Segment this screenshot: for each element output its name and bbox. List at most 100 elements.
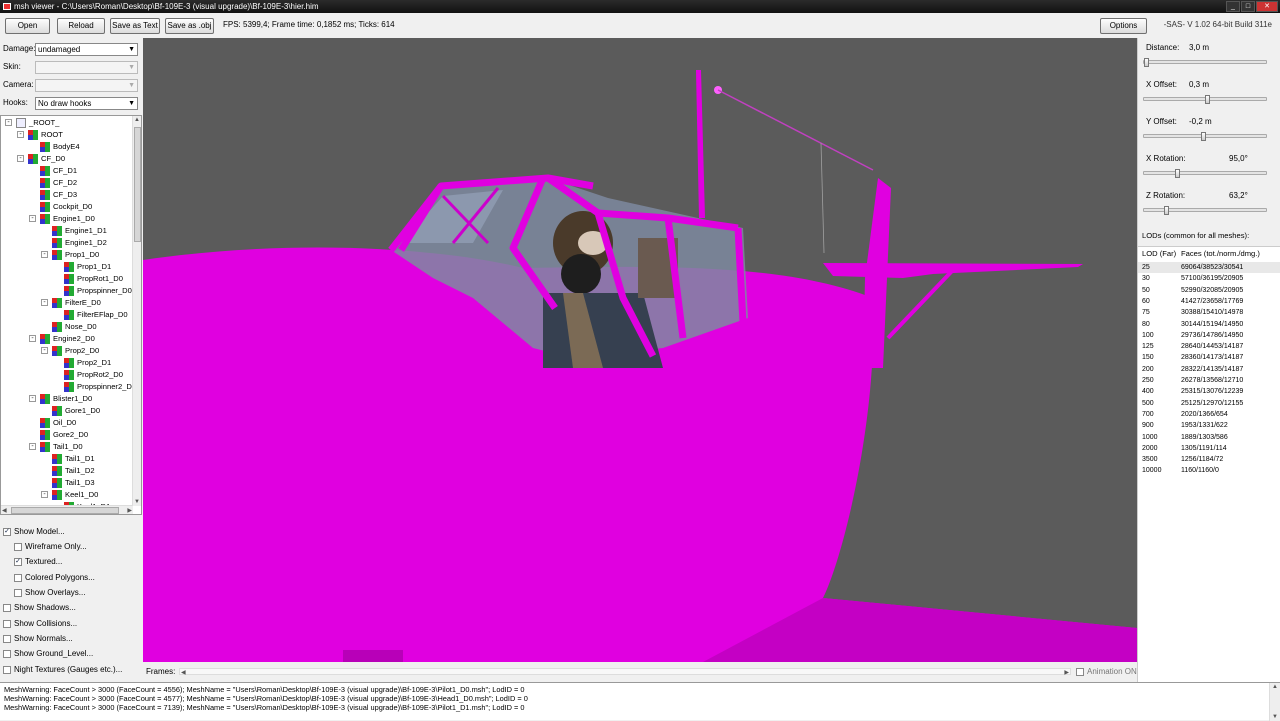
maximize-icon[interactable]: □: [1241, 1, 1255, 12]
lod-row[interactable]: 150 28360/14173/14187: [1138, 352, 1280, 363]
scroll-right-icon[interactable]: ▶: [127, 507, 132, 514]
lod-row[interactable]: 30 57100/36195/20905: [1138, 273, 1280, 284]
scroll-down-icon[interactable]: ▼: [134, 499, 140, 505]
slider-value: -0,2 m: [1189, 117, 1212, 126]
log-console[interactable]: MeshWarning: FaceCount > 3000 (FaceCount…: [0, 682, 1280, 721]
lod-row[interactable]: 200 28322/14135/14187: [1138, 364, 1280, 375]
options-button[interactable]: Options: [1100, 18, 1147, 34]
slider-value: 63,2°: [1229, 191, 1248, 200]
close-icon[interactable]: ✕: [1256, 1, 1278, 12]
lod-row[interactable]: 50 52990/32085/20905: [1138, 285, 1280, 296]
lod-table[interactable]: LOD (Far) Faces (tot./norm./dmg.) 25 6906…: [1138, 246, 1280, 682]
lod-row[interactable]: 900 1953/1331/622: [1138, 420, 1280, 431]
right-panel: Distance: 3,0 m X Offset: 0,3 m Y Offset: -0,…: [1137, 38, 1280, 682]
damage-select[interactable]: undamaged ▼: [35, 43, 138, 56]
checkmark-icon[interactable]: ✓: [3, 528, 11, 536]
3d-viewport[interactable]: [143, 38, 1137, 662]
slider-track[interactable]: [1143, 169, 1267, 178]
frames-bar: Frames: ◀ ▶ Animation ON: [143, 662, 1137, 682]
tree-node-label: CF_D3: [53, 190, 78, 199]
mesh-tree[interactable]: - _ROOT_ - ROOT BodyE4- CF_D0 CF_D1 CF_D2 CF_D3 C…: [0, 115, 142, 515]
checkmark-icon[interactable]: ✓: [14, 558, 22, 566]
scroll-up-icon[interactable]: ▲: [1272, 684, 1278, 690]
lod-faces-value: 25125/12970/12155: [1181, 399, 1244, 407]
lod-row[interactable]: 1000 1889/1303/586: [1138, 432, 1280, 443]
scroll-up-icon[interactable]: ▲: [134, 117, 140, 123]
frames-slider[interactable]: ◀ ▶: [179, 668, 1071, 676]
collapse-icon[interactable]: -: [41, 251, 48, 258]
scroll-down-icon[interactable]: ▼: [1272, 714, 1278, 720]
damage-row: Damage: undamaged ▼: [0, 40, 143, 58]
collapse-icon[interactable]: -: [41, 299, 48, 306]
slider-track[interactable]: [1143, 58, 1267, 67]
lod-row[interactable]: 100 29736/14786/14950: [1138, 330, 1280, 341]
title-bar[interactable]: msh viewer - C:\Users\Roman\Desktop\Bf-1…: [0, 0, 1280, 13]
checkbox-box[interactable]: [14, 543, 22, 551]
collapse-icon[interactable]: -: [29, 443, 36, 450]
scroll-right-icon[interactable]: ▶: [1064, 669, 1069, 676]
checkbox-box[interactable]: [3, 650, 11, 658]
lod-row[interactable]: 250 26278/13568/12710: [1138, 375, 1280, 386]
checkbox-box[interactable]: [3, 635, 11, 643]
collapse-icon[interactable]: -: [17, 131, 24, 138]
lod-row[interactable]: 25 69064/38523/30541: [1138, 262, 1280, 274]
collapse-icon[interactable]: -: [41, 491, 48, 498]
lod-far-value: 400: [1142, 388, 1154, 396]
lod-row[interactable]: 75 30388/15410/14978: [1138, 307, 1280, 318]
minimize-icon[interactable]: _: [1226, 1, 1240, 12]
checkbox-box[interactable]: [3, 666, 11, 674]
animation-label: Animation ON: [1087, 667, 1137, 676]
collapse-icon[interactable]: -: [17, 155, 24, 162]
slider-thumb[interactable]: [1175, 169, 1180, 178]
tree-vertical-scrollbar[interactable]: ▲ ▼: [132, 116, 141, 506]
save-as-text-button[interactable]: Save as Text: [110, 18, 160, 34]
mesh-icon: [40, 334, 50, 344]
collapse-icon[interactable]: -: [29, 215, 36, 222]
lod-row[interactable]: 125 28640/14453/14187: [1138, 341, 1280, 352]
save-as-obj-button[interactable]: Save as .obj: [165, 18, 214, 34]
collapse-icon[interactable]: -: [29, 335, 36, 342]
collapse-icon[interactable]: -: [5, 119, 12, 126]
scroll-left-icon[interactable]: ◀: [2, 507, 7, 514]
lod-row[interactable]: 400 25315/13076/12239: [1138, 386, 1280, 397]
hooks-select[interactable]: No draw hooks ▼: [35, 97, 138, 110]
checkbox-box[interactable]: [14, 574, 22, 582]
mesh-icon: [40, 430, 50, 440]
lod-far-value: 50: [1142, 286, 1150, 294]
lod-row[interactable]: 80 30144/15194/14950: [1138, 319, 1280, 330]
slider-thumb[interactable]: [1205, 95, 1210, 104]
lod-row[interactable]: 10000 1160/1160/0: [1138, 465, 1280, 476]
slider-track[interactable]: [1143, 95, 1267, 104]
slider-track[interactable]: [1143, 206, 1267, 215]
slider-thumb[interactable]: [1164, 206, 1169, 215]
skin-select[interactable]: ▼: [35, 61, 138, 74]
collapse-icon[interactable]: -: [29, 395, 36, 402]
checkbox-box[interactable]: [3, 604, 11, 612]
mesh-icon: [28, 154, 38, 164]
tree-horizontal-scrollbar[interactable]: ◀ ▶: [1, 505, 133, 514]
lod-far-value: 25: [1142, 264, 1150, 271]
checkbox-box[interactable]: [3, 620, 11, 628]
animation-checkbox[interactable]: [1076, 668, 1084, 676]
lod-row[interactable]: 700 2020/1366/654: [1138, 409, 1280, 420]
lod-row[interactable]: 60 41427/23658/17769: [1138, 296, 1280, 307]
mesh-icon: [52, 226, 62, 236]
slider-thumb[interactable]: [1144, 58, 1149, 67]
collapse-icon[interactable]: -: [41, 347, 48, 354]
camera-select[interactable]: ▼: [35, 79, 138, 92]
lod-row[interactable]: 3500 1256/1184/72: [1138, 454, 1280, 465]
scroll-thumb[interactable]: [11, 507, 119, 514]
mesh-icon: [64, 358, 74, 368]
scroll-thumb[interactable]: [134, 127, 141, 242]
reload-button[interactable]: Reload: [57, 18, 105, 34]
lod-far-value: 3500: [1142, 456, 1158, 464]
console-scrollbar[interactable]: ▲ ▼: [1269, 683, 1280, 721]
lod-row[interactable]: 500 25125/12970/12155: [1138, 398, 1280, 409]
scroll-left-icon[interactable]: ◀: [181, 669, 186, 676]
slider-track[interactable]: [1143, 132, 1267, 141]
open-button[interactable]: Open: [5, 18, 50, 34]
checkbox-box[interactable]: [14, 589, 22, 597]
lod-row[interactable]: 2000 1305/1191/114: [1138, 443, 1280, 454]
chevron-down-icon: ▼: [128, 64, 135, 71]
slider-thumb[interactable]: [1201, 132, 1206, 141]
